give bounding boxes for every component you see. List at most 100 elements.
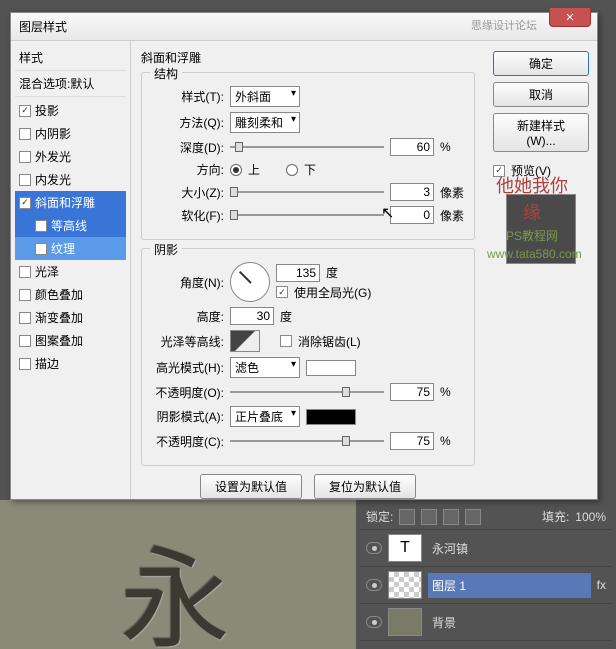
style-checkbox[interactable] bbox=[35, 243, 47, 255]
new-style-button[interactable]: 新建样式(W)... bbox=[493, 113, 589, 152]
lock-transparent-icon[interactable] bbox=[399, 509, 415, 525]
style-item-颜色叠加[interactable]: 颜色叠加 bbox=[15, 283, 126, 306]
visibility-icon[interactable] bbox=[366, 616, 382, 628]
style-combo[interactable]: 外斜面 bbox=[230, 86, 300, 107]
style-checkbox[interactable] bbox=[19, 312, 31, 324]
layer-label[interactable]: 图层 1 bbox=[428, 573, 591, 598]
text-layer-thumb: T bbox=[388, 534, 422, 562]
style-item-光泽[interactable]: 光泽 bbox=[15, 260, 126, 283]
reset-default-button[interactable]: 复位为默认值 bbox=[314, 474, 416, 499]
style-item-等高线[interactable]: 等高线 bbox=[15, 214, 126, 237]
lock-pixels-icon[interactable] bbox=[421, 509, 437, 525]
style-checkbox[interactable] bbox=[35, 220, 47, 232]
direction-down-radio[interactable] bbox=[286, 164, 298, 176]
lock-all-icon[interactable] bbox=[465, 509, 481, 525]
styles-header[interactable]: 样式 bbox=[15, 45, 126, 71]
size-slider[interactable] bbox=[230, 185, 384, 199]
style-item-图案叠加[interactable]: 图案叠加 bbox=[15, 329, 126, 352]
style-checkbox[interactable] bbox=[19, 266, 31, 278]
depth-input[interactable]: 60 bbox=[390, 138, 434, 156]
preview-label: 预览(V) bbox=[511, 162, 551, 179]
visibility-icon[interactable] bbox=[366, 542, 382, 554]
style-label: 纹理 bbox=[51, 240, 75, 257]
ok-button[interactable]: 确定 bbox=[493, 51, 589, 76]
depth-unit: % bbox=[440, 140, 464, 154]
style-item-内阴影[interactable]: 内阴影 bbox=[15, 122, 126, 145]
altitude-input[interactable]: 30 bbox=[230, 307, 274, 325]
fill-label: 填充: bbox=[542, 508, 569, 525]
preview-check[interactable]: ✓ bbox=[493, 165, 505, 177]
style-label: 斜面和浮雕 bbox=[35, 194, 95, 211]
direction-label: 方向: bbox=[152, 161, 224, 178]
shadow-opacity-input[interactable]: 75 bbox=[390, 432, 434, 450]
group-title: 阴影 bbox=[150, 241, 182, 258]
antialias-check[interactable] bbox=[280, 335, 292, 347]
style-checkbox[interactable] bbox=[19, 128, 31, 140]
layer-row[interactable]: 图层 1 fx bbox=[360, 567, 612, 604]
style-checkbox[interactable] bbox=[19, 151, 31, 163]
visibility-icon[interactable] bbox=[366, 579, 382, 591]
shadow-color-swatch[interactable] bbox=[306, 409, 356, 425]
angle-wheel[interactable] bbox=[230, 262, 270, 302]
highlight-opacity-slider[interactable] bbox=[230, 385, 384, 399]
depth-label: 深度(D): bbox=[152, 139, 224, 156]
fx-badge[interactable]: fx bbox=[597, 578, 606, 592]
size-input[interactable]: 3 bbox=[390, 183, 434, 201]
highlight-opacity-label: 不透明度(O): bbox=[152, 384, 224, 401]
angle-input[interactable]: 135 bbox=[276, 264, 320, 282]
titlebar[interactable]: 图层样式 思缘设计论坛 ✕ bbox=[11, 13, 597, 41]
style-item-描边[interactable]: 描边 bbox=[15, 352, 126, 375]
style-item-内发光[interactable]: 内发光 bbox=[15, 168, 126, 191]
style-item-纹理[interactable]: 纹理 bbox=[15, 237, 126, 260]
style-item-渐变叠加[interactable]: 渐变叠加 bbox=[15, 306, 126, 329]
highlight-mode-label: 高光模式(H): bbox=[152, 359, 224, 376]
lock-position-icon[interactable] bbox=[443, 509, 459, 525]
size-unit: 像素 bbox=[440, 184, 464, 201]
soften-input[interactable]: 0 bbox=[390, 206, 434, 224]
layer-label[interactable]: 永河镇 bbox=[428, 536, 606, 561]
canvas-background: 永 bbox=[0, 500, 356, 649]
styles-list: 样式 混合选项:默认 ✓投影内阴影外发光内发光 ✓ 斜面和浮雕等高线纹理光泽颜色叠加… bbox=[11, 41, 131, 499]
highlight-opacity-input[interactable]: 75 bbox=[390, 383, 434, 401]
layer-thumb bbox=[388, 608, 422, 636]
style-checkbox[interactable] bbox=[19, 335, 31, 347]
layers-lock-row: 锁定: 填充: 100% bbox=[360, 504, 612, 530]
layer-label[interactable]: 背景 bbox=[428, 610, 606, 635]
style-checkbox[interactable]: ✓ bbox=[19, 197, 31, 209]
gloss-contour-picker[interactable] bbox=[230, 330, 260, 352]
down-label: 下 bbox=[304, 161, 316, 178]
fill-value[interactable]: 100% bbox=[575, 510, 606, 524]
close-button[interactable]: ✕ bbox=[549, 7, 591, 27]
make-default-button[interactable]: 设置为默认值 bbox=[200, 474, 302, 499]
up-label: 上 bbox=[248, 161, 260, 178]
global-light-check[interactable]: ✓ bbox=[276, 286, 288, 298]
style-checkbox[interactable] bbox=[19, 358, 31, 370]
layer-row[interactable]: T 永河镇 bbox=[360, 530, 612, 567]
soften-slider[interactable] bbox=[230, 208, 384, 222]
style-checkbox[interactable]: ✓ bbox=[19, 105, 31, 117]
style-checkbox[interactable] bbox=[19, 289, 31, 301]
layer-row[interactable]: 背景 bbox=[360, 604, 612, 641]
shadow-mode-combo[interactable]: 正片叠底 bbox=[230, 406, 300, 427]
style-item-外发光[interactable]: 外发光 bbox=[15, 145, 126, 168]
style-label: 描边 bbox=[35, 355, 59, 372]
depth-slider[interactable] bbox=[230, 140, 384, 154]
preview-swatch bbox=[506, 194, 576, 264]
shadow-opacity-label: 不透明度(C): bbox=[152, 433, 224, 450]
style-item-投影[interactable]: ✓投影 bbox=[15, 99, 126, 122]
soften-unit: 像素 bbox=[440, 207, 464, 224]
style-checkbox[interactable] bbox=[19, 174, 31, 186]
style-item-斜面和浮雕[interactable]: ✓ 斜面和浮雕 bbox=[15, 191, 126, 214]
angle-unit: 度 bbox=[326, 264, 350, 281]
shadow-opacity-slider[interactable] bbox=[230, 434, 384, 448]
blend-options[interactable]: 混合选项:默认 bbox=[15, 71, 126, 97]
technique-combo[interactable]: 雕刻柔和 bbox=[230, 112, 300, 133]
highlight-mode-combo[interactable]: 滤色 bbox=[230, 357, 300, 378]
direction-up-radio[interactable] bbox=[230, 164, 242, 176]
gloss-contour-label: 光泽等高线: bbox=[152, 333, 224, 350]
global-light-label: 使用全局光(G) bbox=[294, 284, 371, 301]
cancel-button[interactable]: 取消 bbox=[493, 82, 589, 107]
highlight-color-swatch[interactable] bbox=[306, 360, 356, 376]
angle-label: 角度(N): bbox=[152, 274, 224, 291]
layers-panel: 锁定: 填充: 100% T 永河镇 图层 1 fx 背景 bbox=[356, 500, 616, 649]
